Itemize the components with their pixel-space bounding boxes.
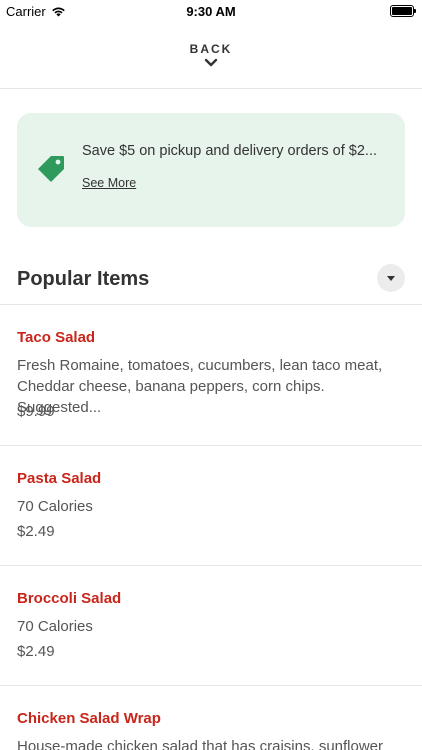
item-name: Taco Salad bbox=[17, 329, 96, 346]
caret-down-icon bbox=[387, 275, 395, 281]
promo-text: Save $5 on pickup and delivery orders of… bbox=[82, 143, 378, 159]
back-button[interactable]: BACK bbox=[0, 42, 422, 67]
item-price: $2.49 bbox=[17, 523, 55, 540]
menu-item-broccoli-salad[interactable]: Broccoli Salad 70 Calories $2.49 bbox=[0, 566, 422, 686]
item-price: $9.99 bbox=[17, 403, 55, 420]
see-more-link[interactable]: See More bbox=[82, 176, 136, 190]
item-description: 70 Calories bbox=[17, 498, 93, 515]
nav-bar: BACK bbox=[0, 22, 422, 89]
item-name: Broccoli Salad bbox=[17, 590, 122, 607]
menu-item-chicken-salad-wrap[interactable]: Chicken Salad Wrap House-made chicken sa… bbox=[0, 686, 422, 750]
item-description: House-made chicken salad that has craisi… bbox=[17, 738, 384, 750]
battery-icon bbox=[390, 5, 416, 17]
chevron-down-icon bbox=[204, 58, 218, 67]
tag-icon bbox=[38, 156, 64, 182]
item-name: Pasta Salad bbox=[17, 470, 102, 487]
item-description: Fresh Romaine, tomatoes, cucumbers, lean… bbox=[17, 357, 383, 416]
back-label: BACK bbox=[189, 42, 233, 56]
item-price: $2.49 bbox=[17, 643, 55, 660]
menu-item-pasta-salad[interactable]: Pasta Salad 70 Calories $2.49 bbox=[0, 446, 422, 566]
promo-banner[interactable]: Save $5 on pickup and delivery orders of… bbox=[17, 113, 405, 227]
item-description: 70 Calories bbox=[17, 618, 93, 635]
menu-item-taco-salad[interactable]: Taco Salad Fresh Romaine, tomatoes, cucu… bbox=[0, 305, 422, 446]
battery-area bbox=[390, 5, 416, 17]
section-title: Popular Items bbox=[17, 268, 150, 290]
status-time: 9:30 AM bbox=[186, 4, 236, 19]
section-toggle-button[interactable] bbox=[377, 264, 405, 292]
status-bar: Carrier 9:30 AM bbox=[0, 0, 422, 22]
item-name: Chicken Salad Wrap bbox=[17, 710, 161, 727]
section-header: Popular Items bbox=[0, 258, 422, 305]
